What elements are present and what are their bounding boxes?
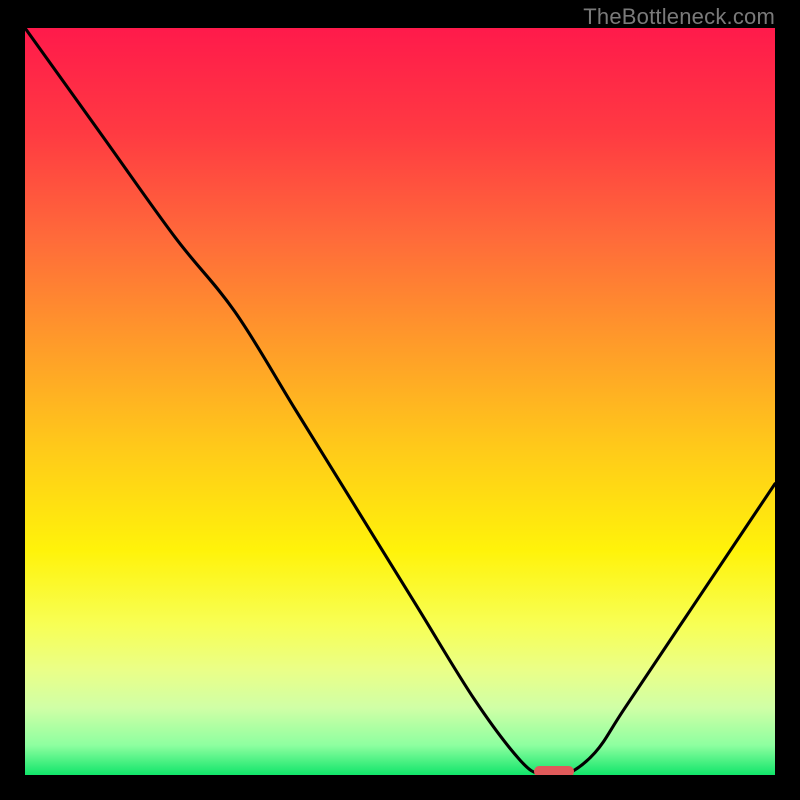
plot-area: [25, 28, 775, 775]
bottleneck-curve: [25, 28, 775, 775]
watermark-label: TheBottleneck.com: [583, 4, 775, 30]
chart-frame: TheBottleneck.com: [0, 0, 800, 800]
optimal-marker: [534, 766, 574, 775]
